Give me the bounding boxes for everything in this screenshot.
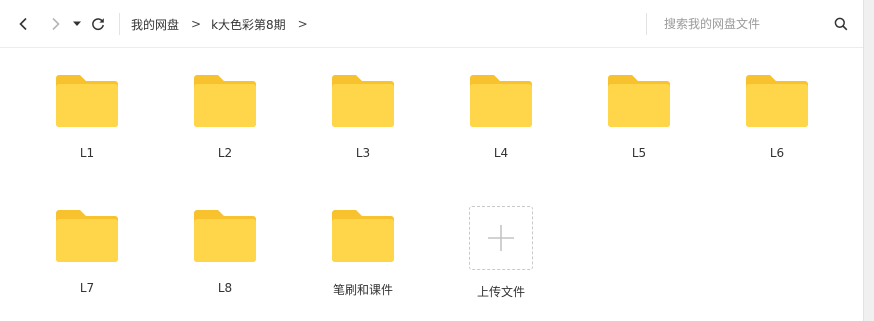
toolbar: 我的网盘 > k大色彩第8期 >: [0, 0, 863, 48]
scrollbar-track[interactable]: [863, 0, 874, 321]
folder-name: L2: [217, 146, 233, 160]
history-dropdown-button[interactable]: [70, 14, 84, 34]
folder-tile[interactable]: L5: [579, 48, 699, 168]
upload-file-tile[interactable]: 上传文件: [441, 183, 561, 303]
breadcrumb-separator: >: [191, 17, 202, 31]
folder-name: L5: [631, 146, 647, 160]
upload-label: 上传文件: [476, 285, 525, 299]
chevron-left-icon: [19, 17, 27, 31]
folder-icon: [194, 210, 256, 262]
folder-tile[interactable]: 笔刷和课件: [303, 183, 423, 303]
folder-tile[interactable]: L3: [303, 48, 423, 168]
folder-name: L7: [79, 281, 95, 295]
folder-tile[interactable]: L7: [27, 183, 147, 303]
file-browser-window: 我的网盘 > k大色彩第8期 > L1: [0, 0, 874, 321]
folder-name: L4: [493, 146, 509, 160]
refresh-icon: [92, 18, 104, 31]
folder-icon: [332, 210, 394, 262]
breadcrumb: 我的网盘 > k大色彩第8期 >: [131, 15, 318, 33]
refresh-button[interactable]: [88, 14, 108, 34]
folder-icon: [332, 75, 394, 127]
file-grid: L1 L2 L3 L4 L5 L6 L7 L8 笔刷和课件 上传文件: [0, 48, 863, 321]
breadcrumb-item-root[interactable]: 我的网盘: [131, 16, 179, 33]
back-button[interactable]: [14, 14, 34, 34]
folder-name: L8: [217, 281, 233, 295]
search-input[interactable]: [664, 17, 834, 31]
search-button[interactable]: [834, 16, 848, 35]
upload-dropzone[interactable]: [469, 206, 533, 270]
forward-button[interactable]: [45, 14, 65, 34]
folder-name: L3: [355, 146, 371, 160]
folder-icon: [194, 75, 256, 127]
folder-name: L6: [769, 146, 785, 160]
folder-icon: [470, 75, 532, 127]
caret-down-icon: [73, 21, 81, 26]
folder-icon: [56, 75, 118, 127]
toolbar-divider: [119, 13, 120, 35]
chevron-right-icon: [52, 17, 60, 31]
folder-tile[interactable]: L8: [165, 183, 285, 303]
folder-tile[interactable]: L6: [717, 48, 837, 168]
search-box: [646, 13, 858, 35]
breadcrumb-separator[interactable]: >: [298, 17, 308, 31]
folder-tile[interactable]: L4: [441, 48, 561, 168]
breadcrumb-item-current[interactable]: k大色彩第8期: [211, 16, 286, 33]
folder-icon: [746, 75, 808, 127]
folder-name: 笔刷和课件: [332, 283, 393, 297]
search-icon: [834, 17, 848, 31]
folder-icon: [56, 210, 118, 262]
plus-icon: [488, 225, 514, 251]
folder-tile[interactable]: L2: [165, 48, 285, 168]
folder-name: L1: [79, 146, 95, 160]
folder-icon: [608, 75, 670, 127]
folder-tile[interactable]: L1: [27, 48, 147, 168]
